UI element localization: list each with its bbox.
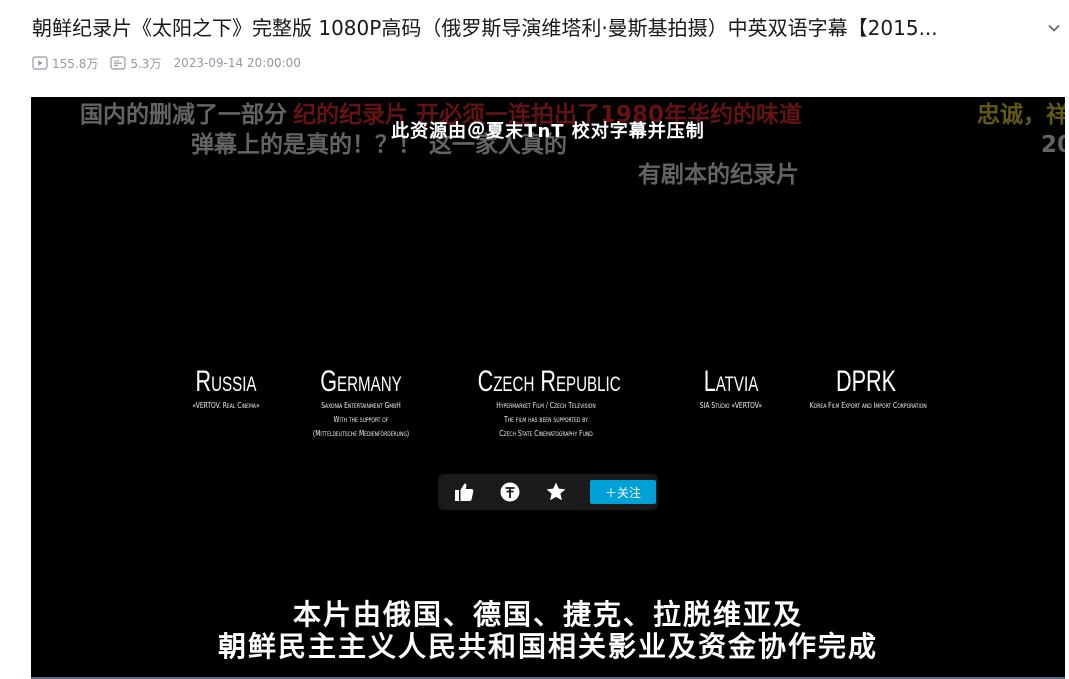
video-title: 朝鲜纪录片《太阳之下》完整版 1080P高码（俄罗斯导演维塔利·曼斯基拍摄）中英… (32, 16, 938, 40)
chevron-down-icon (1048, 24, 1060, 32)
quick-action-bar: ＋关注 (438, 474, 658, 510)
credit-line: «VERTOV. Real Cinema» (192, 401, 260, 410)
credit-country: Latvia (703, 365, 759, 398)
video-player[interactable]: 国内的删减了一部分 纪的纪录片 开必须一连拍出了1980年华约的味道 弹幕上的是… (31, 97, 1065, 677)
favorite-icon (546, 482, 566, 501)
credit-country: Russia (195, 365, 257, 398)
play-count-value: 155.8万 (52, 56, 99, 71)
credit-line: With the support of (333, 415, 389, 424)
credit-line: SIA Studio «VERTOV» (699, 401, 763, 410)
coin-button[interactable] (498, 480, 522, 504)
credit-line: Saxonia Entertainment GmbH (321, 401, 401, 410)
production-credits: Russia «VERTOV. Real Cinema» Germany Sax… (31, 365, 1065, 455)
credit-country: Germany (320, 365, 402, 398)
subtitle-line-1: 本片由俄国、德国、捷克、拉脱维亚及 (292, 598, 803, 631)
danmaku-count: 5.3万 (110, 55, 161, 72)
coin-icon (500, 482, 520, 502)
credit-czech-republic: Czech Republic Hypermarket Film / Czech … (451, 365, 641, 441)
expand-title-button[interactable] (1042, 16, 1066, 40)
credit-line: (Mitteldeutsche Medienförderung) (312, 429, 410, 438)
credit-russia: Russia «VERTOV. Real Cinema» (161, 365, 291, 413)
credit-germany: Germany Saxonia Entertainment GmbH With … (291, 365, 431, 441)
credit-line: Hypermarket Film / Czech Television (496, 401, 596, 410)
credit-dprk: DPRK Korea Film Export and Import Corpor… (791, 365, 941, 413)
danmaku-count-icon (110, 56, 126, 70)
publish-time: 2023-09-14 20:00:00 (173, 56, 301, 70)
credit-latvia: Latvia SIA Studio «VERTOV» (671, 365, 791, 413)
video-meta: 155.8万 5.3万 2023-09-14 20:00:00 (32, 54, 313, 72)
credit-line: Korea Film Export and Import Corporation (809, 401, 927, 410)
danmaku-count-value: 5.3万 (130, 56, 162, 71)
like-icon (455, 483, 474, 501)
source-caption: 此资源由＠夏末TnT 校对字幕并压制 (391, 121, 705, 142)
video-info-header: 朝鲜纪录片《太阳之下》完整版 1080P高码（俄罗斯导演维塔利·曼斯基拍摄）中英… (0, 0, 1069, 96)
danmaku-item: 有剧本的纪录片 (638, 162, 799, 188)
like-button[interactable] (452, 480, 476, 504)
credit-country: DPRK (835, 365, 897, 398)
play-count: 155.8万 (32, 55, 98, 72)
play-count-icon (32, 56, 48, 70)
follow-button[interactable]: ＋关注 (590, 480, 656, 504)
subtitle-line-2: 朝鲜民主主义人民共和国相关影业及资金协作完成 (217, 630, 878, 663)
credit-country: Czech Republic (477, 365, 621, 398)
credit-line: Czech State Cinematography Fund (499, 429, 593, 438)
favorite-button[interactable] (544, 480, 568, 504)
credit-line: The film has been supported by (504, 415, 588, 424)
